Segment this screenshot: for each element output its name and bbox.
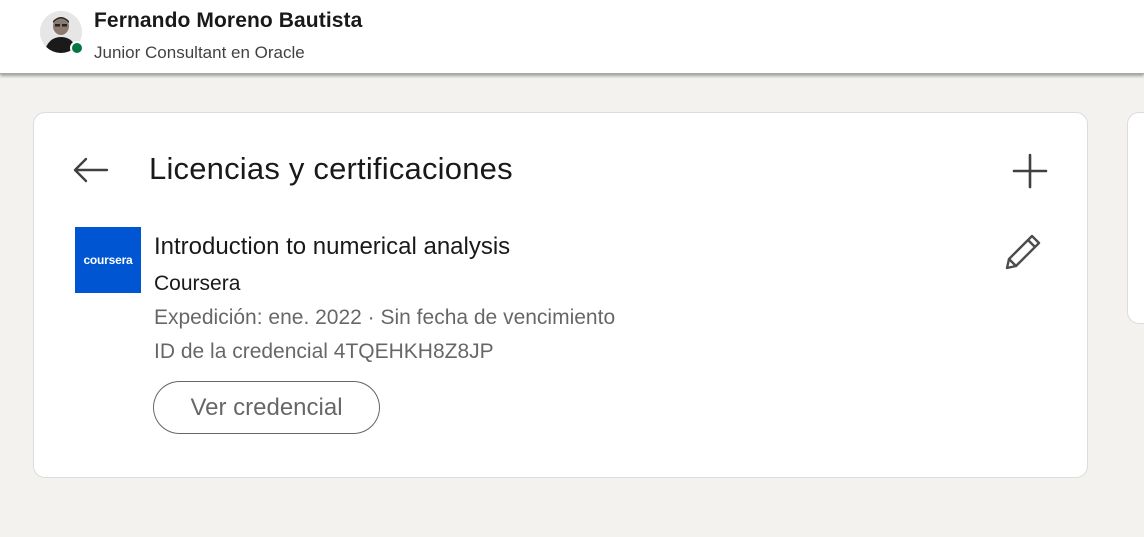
back-button[interactable] <box>70 149 112 191</box>
edit-certification-button[interactable] <box>1000 229 1046 275</box>
add-certification-button[interactable] <box>1008 149 1052 193</box>
pencil-icon <box>1005 234 1041 270</box>
plus-icon <box>1012 153 1048 189</box>
view-credential-button[interactable]: Ver credencial <box>153 381 380 434</box>
certifications-card: Licencias y certificaciones coursera Int… <box>33 112 1088 478</box>
avatar[interactable] <box>40 11 84 55</box>
certification-dates: Expedición: ene. 2022 · Sin fecha de ven… <box>154 306 616 329</box>
arrow-left-icon <box>73 157 109 183</box>
user-headline: Junior Consultant en Oracle <box>94 43 305 62</box>
side-panel-card <box>1127 112 1144 324</box>
credential-id: ID de la credencial 4TQEHKH8Z8JP <box>154 340 494 363</box>
certification-name: Introduction to numerical analysis <box>154 233 511 260</box>
coursera-logo[interactable]: coursera <box>75 227 141 293</box>
certification-issuer: Coursera <box>154 272 241 295</box>
user-name: Fernando Moreno Bautista <box>94 9 363 32</box>
logo-text: coursera <box>83 253 133 267</box>
online-status-dot <box>70 41 84 55</box>
view-credential-label: Ver credencial <box>190 393 343 421</box>
section-title: Licencias y certificaciones <box>149 151 513 186</box>
top-bar: Fernando Moreno Bautista Junior Consulta… <box>0 0 1144 74</box>
